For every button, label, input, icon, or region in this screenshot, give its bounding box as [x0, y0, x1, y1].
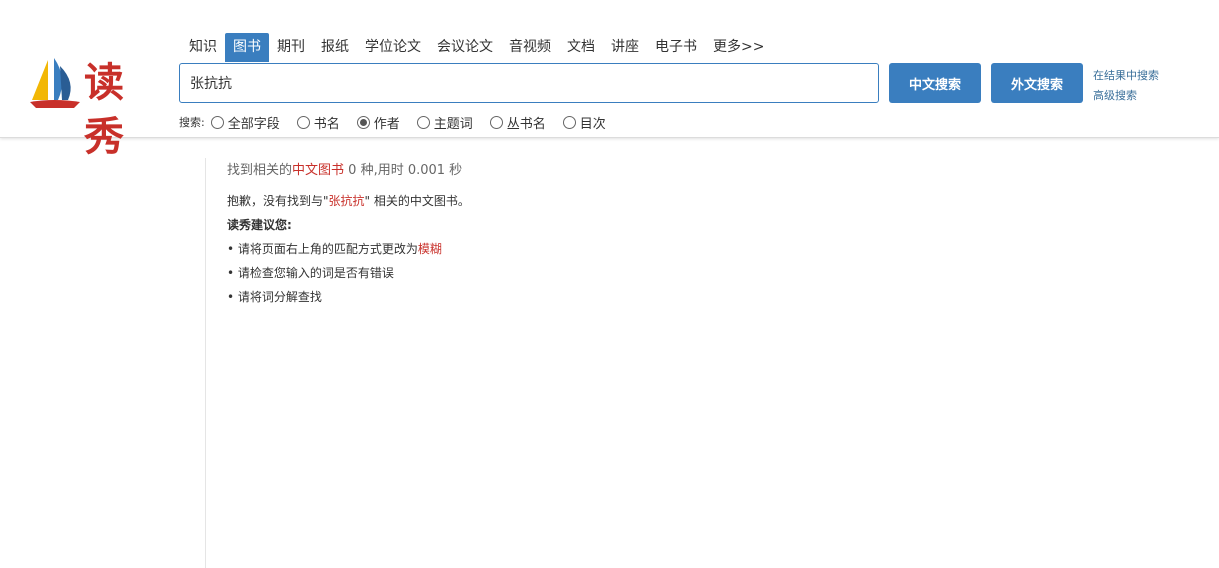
radio-circle-checked-icon[interactable]	[356, 115, 370, 129]
tab-lectures[interactable]: 讲座	[603, 33, 647, 62]
foreign-search-button[interactable]: 外文搜索	[991, 63, 1083, 103]
tab-documents[interactable]: 文档	[559, 33, 603, 62]
sorry-query: 张抗抗	[328, 194, 365, 208]
sailboat-icon	[30, 58, 80, 108]
logo[interactable]: 读秀	[28, 56, 163, 160]
result-summary: 找到相关的中文图书 0 种,用时 0.001 秒	[227, 162, 470, 180]
search-in-results-link[interactable]: 在结果中搜索	[1093, 66, 1159, 86]
suggestion-item: 请将词分解查找	[227, 288, 470, 306]
radio-label: 作者	[373, 116, 400, 132]
sorry-suffix: " 相关的中文图书。	[364, 194, 470, 208]
summary-category: 中文图书	[292, 163, 345, 178]
radio-label: 目次	[579, 116, 606, 132]
advanced-search-link[interactable]: 高级搜索	[1093, 86, 1159, 106]
suggestion-list: 请将页面右上角的匹配方式更改为模糊 请检查您输入的词是否有错误 请将词分解查找	[227, 240, 470, 306]
fuzzy-match-link[interactable]: 模糊	[418, 242, 442, 256]
suggestion-text: 请将页面右上角的匹配方式更改为	[237, 242, 418, 256]
tab-journals[interactable]: 期刊	[269, 33, 313, 62]
chinese-search-button[interactable]: 中文搜索	[889, 63, 981, 103]
tab-knowledge[interactable]: 知识	[181, 33, 225, 62]
radio-subject[interactable]: 主题词	[416, 113, 473, 132]
sorry-prefix: 抱歉，没有找到与"	[227, 194, 329, 208]
tab-ebooks[interactable]: 电子书	[647, 33, 705, 62]
search-input[interactable]	[179, 63, 879, 103]
summary-suffix: 0 种,用时 0.001 秒	[344, 163, 463, 178]
tab-books[interactable]: 图书	[225, 33, 269, 62]
radio-label: 全部字段	[227, 116, 280, 132]
suggestion-title: 读秀建议您:	[227, 218, 292, 232]
radio-author[interactable]: 作者	[356, 113, 400, 132]
tab-more[interactable]: 更多>>	[705, 33, 772, 62]
header: 读秀 知识 图书 期刊 报纸 学位论文 会议论文 音视频 文档 讲座 电子书 更…	[0, 0, 1219, 160]
radio-circle-icon[interactable]	[416, 115, 430, 129]
search-fields-label: 搜索:	[179, 116, 205, 129]
logo-text: 读秀	[84, 59, 125, 160]
tab-conference-papers[interactable]: 会议论文	[429, 33, 501, 62]
tab-newspapers[interactable]: 报纸	[313, 33, 357, 62]
radio-label: 书名	[313, 116, 340, 132]
no-results-message: 抱歉，没有找到与"张抗抗" 相关的中文图书。	[227, 192, 470, 210]
summary-prefix: 找到相关的	[227, 163, 293, 178]
radio-label: 主题词	[433, 116, 473, 132]
radio-toc[interactable]: 目次	[562, 113, 606, 132]
radio-label: 丛书名	[506, 116, 546, 132]
radio-circle-icon[interactable]	[210, 115, 224, 129]
category-tabs: 知识 图书 期刊 报纸 学位论文 会议论文 音视频 文档 讲座 电子书 更多>>	[181, 33, 772, 62]
suggestion-item: 请将页面右上角的匹配方式更改为模糊	[227, 240, 470, 258]
radio-circle-icon[interactable]	[489, 115, 503, 129]
results-panel: 找到相关的中文图书 0 种,用时 0.001 秒 抱歉，没有找到与"张抗抗" 相…	[227, 162, 470, 312]
tab-theses[interactable]: 学位论文	[357, 33, 429, 62]
search-field-options: 搜索: 全部字段 书名 作者 主题词 丛书名 目次	[179, 113, 623, 132]
suggestion-item: 请检查您输入的词是否有错误	[227, 264, 470, 282]
tab-audio-video[interactable]: 音视频	[501, 33, 559, 62]
side-links: 在结果中搜索 高级搜索	[1093, 66, 1159, 106]
radio-all-fields[interactable]: 全部字段	[210, 113, 280, 132]
radio-title[interactable]: 书名	[296, 113, 340, 132]
radio-series-name[interactable]: 丛书名	[489, 113, 546, 132]
radio-circle-icon[interactable]	[296, 115, 310, 129]
left-divider	[205, 158, 206, 568]
radio-circle-icon[interactable]	[562, 115, 576, 129]
